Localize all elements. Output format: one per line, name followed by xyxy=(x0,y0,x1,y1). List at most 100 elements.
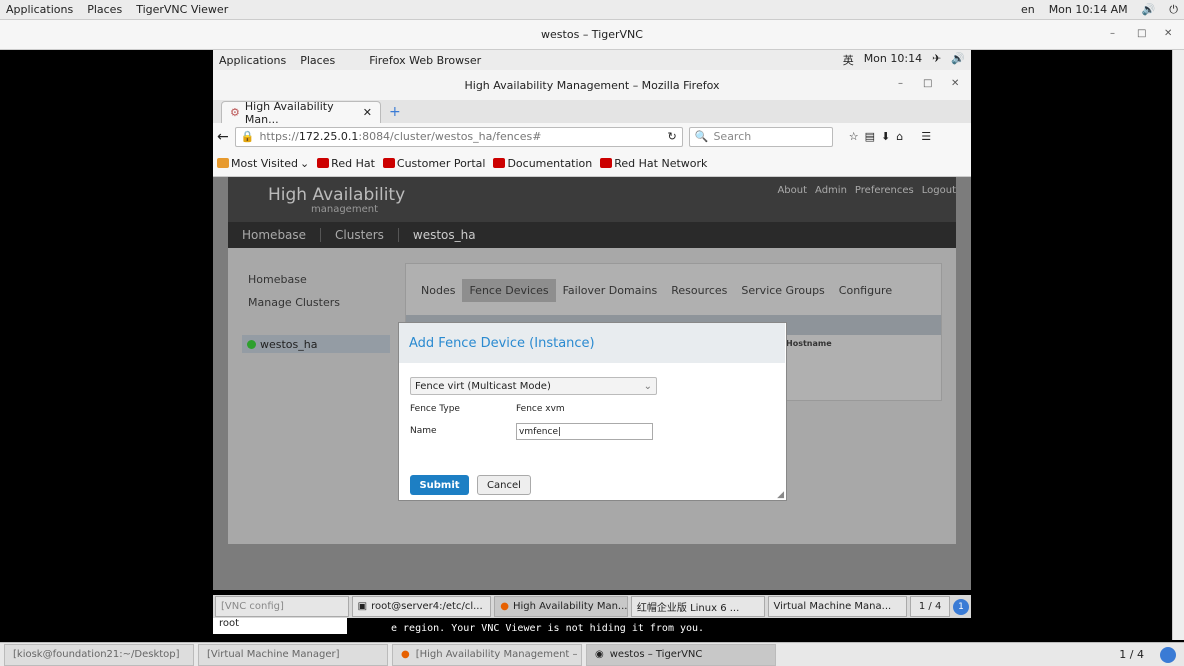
browser-tab[interactable]: ⚙ High Availability Man... ✕ xyxy=(221,100,381,126)
bookmark-star-icon[interactable]: ☆ xyxy=(849,130,859,143)
bookmark-customer-portal[interactable]: Customer Portal xyxy=(382,157,485,170)
maximize-icon[interactable]: □ xyxy=(1137,28,1146,39)
reading-list-icon[interactable]: ▤ xyxy=(865,130,875,143)
task-tigervnc[interactable]: ◉ westos – TigerVNC xyxy=(586,643,776,666)
gear-icon: ⚙ xyxy=(230,106,240,119)
cancel-button[interactable]: Cancel xyxy=(477,475,531,495)
fence-type-label: Fence Type xyxy=(410,404,460,414)
volume-icon[interactable]: 🔊 xyxy=(951,52,965,68)
dialog-title: Add Fence Device (Instance) xyxy=(399,323,785,363)
clock[interactable]: Mon 10:14 xyxy=(864,52,922,68)
applications-menu[interactable]: Applications xyxy=(219,54,286,67)
volume-icon[interactable]: 🔊 xyxy=(1142,3,1156,17)
clock[interactable]: Mon 10:14 AM xyxy=(1049,3,1128,17)
name-label: Name xyxy=(410,426,437,436)
tab-configure[interactable]: Configure xyxy=(832,279,899,302)
breadcrumb-current: westos_ha xyxy=(412,228,476,242)
close-tab-icon[interactable]: ✕ xyxy=(363,106,372,119)
workspace-pager[interactable]: 1 / 4 xyxy=(1119,648,1144,661)
bookmark-red-hat[interactable]: Red Hat xyxy=(317,157,375,170)
places-menu[interactable]: Places xyxy=(300,54,335,67)
url-path: :8084/cluster/westos_ha/fences# xyxy=(358,130,542,143)
close-icon[interactable]: ✕ xyxy=(1164,28,1172,39)
workspace-pager[interactable]: 1 / 4 xyxy=(910,596,951,617)
bookmark-red-hat-network[interactable]: Red Hat Network xyxy=(600,157,707,170)
task-vnc-config[interactable]: [VNC config] xyxy=(215,596,349,617)
bookmark-most-visited[interactable]: Most Visited ⌄ xyxy=(217,157,309,170)
task-virt-manager[interactable]: [Virtual Machine Manager] xyxy=(198,643,388,666)
cluster-item[interactable]: westos_ha xyxy=(242,335,390,353)
task-rhel[interactable]: 红帽企业版 Linux 6 ... xyxy=(630,596,765,617)
power-icon[interactable]: ⏻ xyxy=(1169,3,1178,17)
tab-nodes[interactable]: Nodes xyxy=(414,279,462,302)
admin-link[interactable]: Admin xyxy=(815,185,847,196)
url-host: 172.25.0.1 xyxy=(298,130,359,143)
reload-icon[interactable]: ↻ xyxy=(668,130,677,143)
minimize-icon[interactable]: – xyxy=(1110,28,1115,39)
tab-fence-devices[interactable]: Fence Devices xyxy=(462,278,556,302)
tigervnc-icon: ◉ xyxy=(595,649,604,660)
about-link[interactable]: About xyxy=(777,185,807,196)
sidebar-manage-clusters[interactable]: Manage Clusters xyxy=(248,296,340,309)
inner-taskbar: [VNC config] ▣ root@server4:/etc/cl... ● H… xyxy=(213,595,971,618)
fence-type-value: Fence xvm xyxy=(516,404,565,414)
outer-scrollbar[interactable] xyxy=(1172,50,1184,640)
preferences-link[interactable]: Preferences xyxy=(855,185,914,196)
tab-resources[interactable]: Resources xyxy=(664,279,734,302)
applications-menu[interactable]: Applications xyxy=(6,3,73,16)
sidebar-homebase[interactable]: Homebase xyxy=(248,273,307,286)
name-input[interactable]: vmfence | xyxy=(516,423,653,440)
firefox-titlebar: High Availability Management – Mozilla F… xyxy=(213,70,971,100)
bookmark-documentation[interactable]: Documentation xyxy=(493,157,592,170)
firefox-title: High Availability Management – Mozilla F… xyxy=(464,78,720,92)
breadcrumb-clusters[interactable]: Clusters xyxy=(321,228,399,242)
notification-icon[interactable] xyxy=(1160,646,1176,663)
app-menu[interactable]: TigerVNC Viewer xyxy=(136,3,228,16)
task-terminal[interactable]: ▣ root@server4:/etc/cl... xyxy=(351,596,492,617)
resize-grip-icon[interactable]: ◢ xyxy=(777,490,784,500)
logout-link[interactable]: Logout xyxy=(922,185,956,196)
places-menu[interactable]: Places xyxy=(87,3,122,16)
fence-type-select[interactable]: Fence virt (Multicast Mode) ⌄ xyxy=(410,377,657,395)
terminal-message: e region. Your VNC Viewer is not hiding … xyxy=(391,623,705,634)
close-icon[interactable]: ✕ xyxy=(951,78,959,89)
airplane-icon[interactable]: ✈ xyxy=(932,52,941,68)
logo-title: High Availability xyxy=(268,185,406,205)
maximize-icon[interactable]: □ xyxy=(923,78,932,89)
tab-strip: ⚙ High Availability Man... ✕ + xyxy=(213,100,971,126)
task-firefox[interactable]: ● [High Availability Management – ... xyxy=(392,643,582,666)
tab-failover-domains[interactable]: Failover Domains xyxy=(556,279,665,302)
tab-service-groups[interactable]: Service Groups xyxy=(734,279,831,302)
outer-top-bar: Applications Places TigerVNC Viewer en Mo… xyxy=(0,0,1184,20)
url-bar[interactable]: 🔒 https://172.25.0.1:8084/cluster/westos_… xyxy=(234,126,683,147)
minimize-icon[interactable]: – xyxy=(898,78,903,89)
app-menu[interactable]: Firefox Web Browser xyxy=(369,54,481,67)
logo-subtitle: management xyxy=(311,204,378,215)
search-icon: 🔍 xyxy=(694,130,709,143)
url-scheme: https:// xyxy=(259,130,299,143)
back-icon[interactable]: ← xyxy=(217,129,229,145)
submit-button[interactable]: Submit xyxy=(410,475,469,495)
firefox-icon: ● xyxy=(500,601,509,612)
outer-taskbar: [kiosk@foundation21:~/Desktop] [Virtual … xyxy=(0,642,1184,666)
app-header: High Availability management About Admin P… xyxy=(228,177,956,222)
download-icon[interactable]: ⬇ xyxy=(881,130,890,143)
search-input[interactable]: 🔍 Search xyxy=(688,126,833,147)
notification-badge[interactable]: 1 xyxy=(953,598,970,615)
app-tabs: Nodes Fence Devices Failover Domains Res… xyxy=(414,277,899,303)
breadcrumb-homebase[interactable]: Homebase xyxy=(228,228,322,242)
task-firefox[interactable]: ● High Availability Man... xyxy=(494,596,628,617)
new-tab-icon[interactable]: + xyxy=(389,104,401,120)
task-virt-manager[interactable]: Virtual Machine Mana... xyxy=(767,596,908,617)
status-dot-icon xyxy=(247,339,256,349)
task-terminal[interactable]: [kiosk@foundation21:~/Desktop] xyxy=(4,643,194,666)
menu-icon[interactable]: ☰ xyxy=(921,130,931,143)
breadcrumb: Homebase Clusters westos_ha xyxy=(228,222,956,248)
lang-indicator[interactable]: en xyxy=(1021,3,1035,17)
cluster-name: westos_ha xyxy=(260,337,318,351)
terminal-input[interactable]: root xyxy=(213,618,347,634)
vnc-display[interactable]: Applications Places Firefox Web Browser … xyxy=(213,50,971,640)
lang-indicator[interactable]: 英 xyxy=(843,52,854,68)
home-icon[interactable]: ⌂ xyxy=(896,130,903,143)
firefox-icon: ● xyxy=(401,649,410,660)
